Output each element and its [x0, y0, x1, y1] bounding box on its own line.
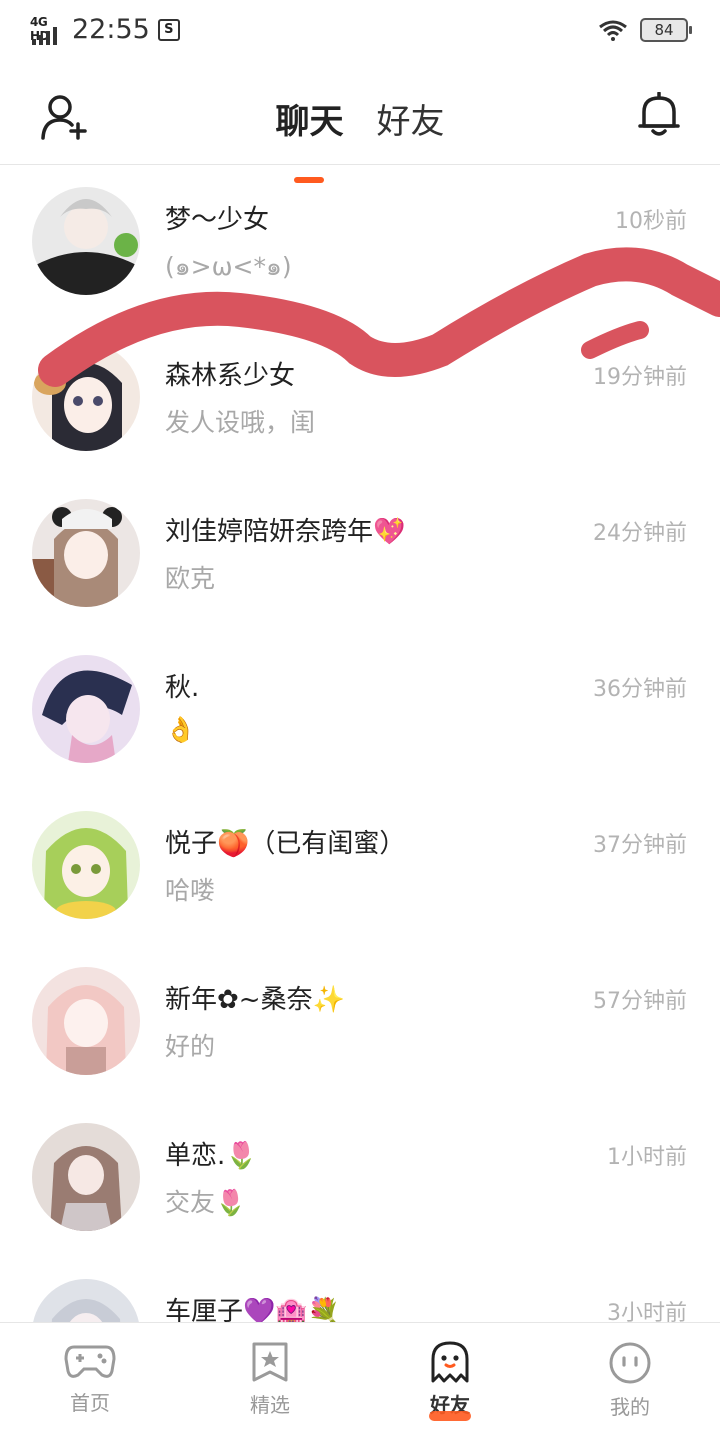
top-header: 聊天 好友	[0, 64, 720, 183]
avatar[interactable]	[32, 1279, 140, 1322]
chat-last-message: 好的	[165, 1032, 216, 1061]
avatar[interactable]	[32, 811, 140, 919]
chat-row[interactable]: 单恋.🌷 交友🌷 1小时前	[0, 1101, 720, 1257]
battery-indicator: 84	[640, 18, 692, 42]
chat-time: 24分钟前	[593, 521, 687, 546]
chat-name: 单恋.🌷	[165, 1141, 258, 1171]
nav-home[interactable]: 首页	[0, 1323, 180, 1437]
avatar[interactable]	[32, 187, 140, 295]
chat-name: 新年✿~桑奈✨	[165, 985, 345, 1015]
chat-last-message: 交友🌷	[165, 1188, 247, 1217]
chat-last-message: (๑>ω<*๑)	[165, 252, 292, 281]
chat-row[interactable]: 车厘子💜🏩💐 3小时前	[0, 1257, 720, 1322]
chat-time: 19分钟前	[593, 365, 687, 390]
chat-name: 秋.	[165, 673, 200, 703]
chat-row[interactable]: 新年✿~桑奈✨ 好的 57分钟前	[0, 945, 720, 1101]
bottom-nav: 首页 精选 好友 我的	[0, 1322, 720, 1437]
tab-friends[interactable]: 好友	[377, 94, 445, 143]
chat-name: 梦～少女	[165, 205, 270, 235]
clock: 22:55	[72, 14, 150, 45]
face-icon	[609, 1342, 651, 1384]
status-bar: 4G HD 22:55 S 84	[0, 0, 720, 64]
nav-featured[interactable]: 精选	[180, 1323, 360, 1437]
tab-chat[interactable]: 聊天	[275, 94, 344, 183]
avatar[interactable]	[32, 967, 140, 1075]
nav-friends[interactable]: 好友	[360, 1323, 540, 1437]
avatar[interactable]	[32, 343, 140, 451]
chat-row[interactable]: 秋. 👌 36分钟前	[0, 633, 720, 789]
chat-row[interactable]: 刘佳婷陪妍奈跨年💖 欧克 24分钟前	[0, 477, 720, 633]
nav-featured-label: 精选	[250, 1393, 290, 1417]
tab-chat-label: 聊天	[275, 102, 344, 142]
nav-home-label: 首页	[70, 1391, 110, 1415]
chat-last-message: 发人设哦，闺	[165, 408, 316, 437]
chat-name: 森林系少女	[165, 361, 296, 391]
chat-time: 57分钟前	[593, 989, 687, 1014]
chat-time: 1小时前	[607, 1145, 687, 1170]
avatar[interactable]	[32, 1123, 140, 1231]
chat-time: 10秒前	[615, 209, 687, 234]
active-nav-indicator	[429, 1411, 471, 1421]
star-bookmark-icon	[252, 1342, 288, 1382]
chat-time: 36分钟前	[593, 677, 687, 702]
chat-row[interactable]: 森林系少女 发人设哦，闺 19分钟前	[0, 321, 720, 477]
chat-name: 车厘子💜🏩💐	[165, 1297, 341, 1322]
chat-name: 刘佳婷陪妍奈跨年💖	[165, 517, 406, 547]
avatar[interactable]	[32, 499, 140, 607]
bell-icon[interactable]	[638, 92, 680, 138]
signal-icon: 4G HD	[30, 15, 64, 45]
chat-row[interactable]: 梦～少女 (๑>ω<*๑) 10秒前	[0, 165, 720, 321]
chat-last-message: 欧克	[165, 564, 216, 593]
chat-last-message: 👌	[165, 715, 197, 744]
notification-s-icon: S	[157, 18, 180, 41]
chat-last-message: 哈喽	[165, 876, 216, 905]
tab-friends-label: 好友	[376, 102, 445, 142]
chat-row[interactable]: 悦子🍑（已有闺蜜） 哈喽 37分钟前	[0, 789, 720, 945]
chat-time: 37分钟前	[593, 833, 687, 858]
tab-bar: 聊天 好友	[0, 94, 720, 183]
avatar[interactable]	[32, 655, 140, 763]
gamepad-icon	[64, 1345, 116, 1378]
nav-me[interactable]: 我的	[540, 1323, 720, 1437]
chat-time: 3小时前	[607, 1301, 687, 1322]
chat-name: 悦子🍑（已有闺蜜）	[165, 829, 406, 859]
ghost-icon	[431, 1341, 469, 1383]
nav-me-label: 我的	[610, 1395, 650, 1419]
wifi-icon	[599, 20, 627, 41]
